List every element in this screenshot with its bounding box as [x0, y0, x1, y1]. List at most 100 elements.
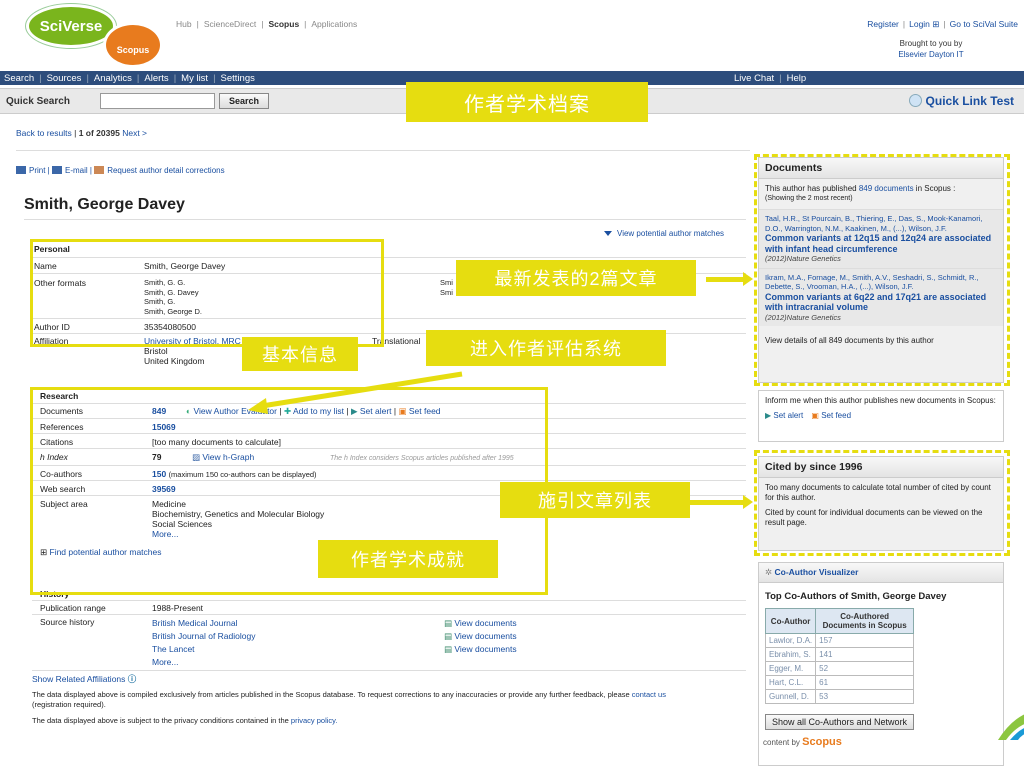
coauthor-name[interactable]: Egger, M. — [764, 661, 817, 676]
source-history-label: Source history — [40, 617, 95, 627]
print-link[interactable]: Print — [29, 166, 45, 175]
author-name: Smith, George Davey — [24, 196, 185, 213]
show-related-link[interactable]: Show Related Affiliations — [32, 674, 125, 684]
pubrange-value: 1988-Present — [152, 603, 204, 613]
top-coauthors-title: Top Co-Authors of Smith, George Davey — [765, 591, 947, 602]
brought-by-org[interactable]: Elsevier Dayton IT — [846, 49, 1016, 60]
footnote-text2: The data displayed above is subject to t… — [32, 716, 289, 725]
register-link[interactable]: Register — [867, 19, 899, 29]
annotation-label-latest: 最新发表的2篇文章 — [456, 260, 696, 296]
arrow-to-evaluator-icon — [248, 371, 463, 414]
table-row[interactable]: Egger, M. 52 — [764, 661, 915, 676]
table-row[interactable]: Ebrahim, S. 141 — [764, 647, 915, 662]
topnav-scopus[interactable]: Scopus — [268, 19, 299, 29]
source-lancet[interactable]: The Lancet — [152, 643, 255, 656]
view-matches-label: View potential author matches — [617, 229, 725, 238]
nav-alerts[interactable]: Alerts — [144, 73, 168, 84]
set-alert-link[interactable]: Set alert — [773, 411, 803, 420]
pubrange-label: Publication range — [40, 603, 106, 613]
alert-actions: ▶ Set alert ▣ Set feed — [759, 411, 1003, 426]
format-item: Smi — [440, 287, 453, 297]
inform-text: Inform me when this author publishes new… — [765, 396, 996, 405]
annotation-label-achievement: 作者学术成就 — [318, 540, 498, 578]
edit-icon — [94, 166, 105, 174]
table-row[interactable]: Gunnell, D. 53 — [764, 689, 915, 704]
coauthor-visualizer-label: Co-Author Visualizer — [774, 567, 859, 577]
search-button[interactable]: Search — [219, 93, 269, 109]
login-link[interactable]: Login — [909, 19, 930, 29]
table-row[interactable]: Lawlor, D.A. 157 — [764, 633, 915, 648]
view-documents-link[interactable]: View documents — [454, 631, 516, 641]
nav-filler — [845, 71, 1024, 85]
coauthor-name[interactable]: Ebrahim, S. — [764, 647, 817, 662]
nav-livechat[interactable]: Live Chat — [734, 73, 774, 84]
topnav-applications[interactable]: Applications — [311, 19, 357, 29]
col-coauthored: Co-Authored Documents in Scopus — [815, 608, 915, 634]
coauthor-count: 61 — [815, 675, 915, 690]
format-item: Smi — [440, 278, 453, 287]
quick-link-label: Quick Link Test — [925, 94, 1014, 108]
topnav-hub[interactable]: Hub — [176, 19, 192, 29]
email-link[interactable]: E-mail — [65, 166, 88, 175]
coauthor-count: 52 — [815, 661, 915, 676]
top-nav: Hub | ScienceDirect | Scopus | Applications — [176, 19, 358, 29]
result-position: 1 of 20395 — [78, 128, 120, 138]
source-bjr[interactable]: British Journal of Radiology — [152, 630, 255, 643]
view-potential-matches[interactable]: View potential author matches — [604, 229, 724, 238]
coauthor-table: Co-Author Co-Authored Documents in Scopu… — [764, 608, 915, 704]
email-icon — [51, 166, 62, 174]
source-bmj[interactable]: British Medical Journal — [152, 617, 255, 630]
brought-by: Brought to you by Elsevier Dayton IT — [846, 38, 1016, 60]
privacy-policy-link[interactable]: privacy policy. — [291, 716, 338, 725]
quick-link-icon — [908, 94, 922, 107]
network-icon: ✲ — [765, 567, 773, 577]
alert-icon: ▶ — [765, 411, 772, 420]
triangle-down-icon — [604, 231, 612, 236]
coauthor-name[interactable]: Lawlor, D.A. — [764, 633, 817, 648]
coauthor-count: 157 — [815, 633, 915, 648]
action-bar: Print | E-mail | Request author detail c… — [16, 166, 225, 175]
table-row[interactable]: Hart, C.L. 61 — [764, 675, 915, 690]
view-documents-link[interactable]: View documents — [454, 618, 516, 628]
annotation-label-evaluation: 进入作者评估系统 — [426, 330, 666, 366]
quick-search-input[interactable] — [100, 93, 215, 109]
divider — [32, 600, 746, 601]
request-corrections-link[interactable]: Request author detail corrections — [107, 166, 224, 175]
documents-icon: ▤ — [444, 631, 453, 641]
show-all-coauthors-button[interactable]: Show all Co-Authors and Network — [765, 714, 915, 730]
contact-us-link[interactable]: contact us — [632, 690, 666, 699]
set-feed-link[interactable]: Set feed — [821, 411, 851, 420]
arrow-right-icon — [690, 495, 753, 509]
annotation-box-documents — [754, 154, 1010, 386]
next-link[interactable]: Next > — [122, 128, 147, 138]
nav-mylist[interactable]: My list — [181, 73, 208, 84]
scival-link[interactable]: Go to SciVal Suite — [950, 19, 1018, 29]
coauthor-count: 141 — [815, 647, 915, 662]
affiliation-country: United Kingdom — [144, 356, 205, 366]
nav-analytics[interactable]: Analytics — [94, 73, 132, 84]
view-documents-link[interactable]: View documents — [454, 644, 516, 654]
annotation-box-cited — [754, 450, 1010, 556]
coauthor-name[interactable]: Gunnell, D. — [764, 689, 817, 704]
other-formats-col2: Smi Smi — [440, 278, 453, 297]
nav-search[interactable]: Search — [4, 73, 34, 84]
source-more-link[interactable]: More... — [152, 656, 255, 669]
scopus-brand: Scopus — [802, 736, 842, 748]
login-expand-icon[interactable]: ⊞ — [932, 19, 939, 29]
related-affiliations[interactable]: Show Related Affiliations ⓘ — [32, 673, 136, 685]
topnav-sciencedirect[interactable]: ScienceDirect — [204, 19, 256, 29]
affiliation-city: Bristol — [144, 346, 168, 356]
nav-help[interactable]: Help — [787, 73, 807, 84]
coauthor-panel: ✲ Co-Author Visualizer Top Co-Authors of… — [758, 562, 1004, 766]
source-list: British Medical Journal British Journal … — [152, 617, 255, 669]
alert-panel: Inform me when this author publishes new… — [758, 390, 1004, 442]
coauthor-visualizer[interactable]: ✲ Co-Author Visualizer — [759, 563, 1003, 583]
documents-icon: ▤ — [444, 618, 453, 628]
back-to-results-link[interactable]: Back to results — [16, 128, 72, 138]
nav-settings[interactable]: Settings — [221, 73, 255, 84]
scopus-logo[interactable]: Scopus — [103, 22, 163, 68]
divider — [32, 670, 746, 671]
nav-sources[interactable]: Sources — [47, 73, 82, 84]
coauthor-name[interactable]: Hart, C.L. — [764, 675, 817, 690]
quick-link-test[interactable]: Quick Link Test — [908, 94, 1014, 108]
